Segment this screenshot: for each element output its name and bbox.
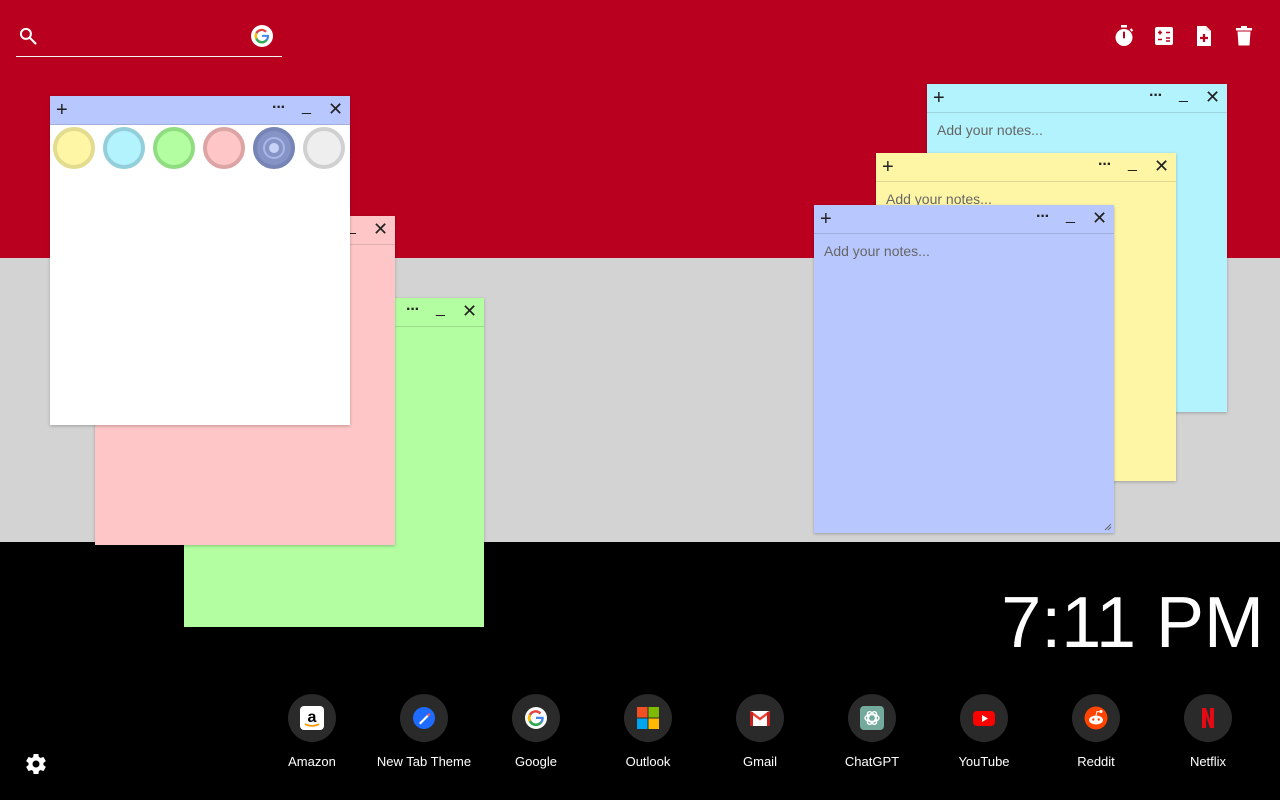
shortcut-outlook[interactable]: Outlook xyxy=(592,694,704,770)
more-options-icon[interactable]: ··· xyxy=(1036,205,1050,229)
close-icon[interactable]: ✕ xyxy=(1092,207,1107,229)
minimize-icon[interactable]: _ xyxy=(1179,84,1188,106)
note-title-bar[interactable]: + ··· _ ✕ xyxy=(876,153,1176,182)
color-swatch-grey[interactable] xyxy=(303,127,345,169)
google-icon[interactable] xyxy=(251,25,273,47)
color-swatch-yellow[interactable] xyxy=(53,127,95,169)
new-tab-theme-icon xyxy=(413,707,435,729)
shortcut-label: New Tab Theme xyxy=(376,754,472,769)
note-text-area[interactable]: Add your notes... xyxy=(937,122,1217,138)
outlook-icon xyxy=(637,707,659,729)
color-swatch-pink[interactable] xyxy=(203,127,245,169)
add-note-icon[interactable]: + xyxy=(56,98,68,122)
shortcut-netflix[interactable]: Netflix xyxy=(1152,694,1264,770)
shortcut-label: Google xyxy=(515,754,557,769)
netflix-icon xyxy=(1202,708,1214,728)
shortcut-google[interactable]: Google xyxy=(480,694,592,770)
shortcut-reddit[interactable]: Reddit xyxy=(1040,694,1152,770)
shortcut-label: Netflix xyxy=(1189,754,1227,769)
shortcut-amazon[interactable]: a Amazon xyxy=(256,694,368,770)
sticky-note-white[interactable]: + ··· _ ✕ xyxy=(50,96,350,425)
add-note-icon[interactable]: + xyxy=(933,86,945,110)
note-title-bar[interactable]: + ··· _ ✕ xyxy=(50,96,350,125)
shortcut-label: Amazon xyxy=(288,754,336,769)
resize-handle-icon[interactable] xyxy=(1104,523,1112,531)
close-icon[interactable]: ✕ xyxy=(1205,86,1220,108)
clock: 7:11 PM xyxy=(1001,583,1264,663)
new-note-icon[interactable] xyxy=(1192,24,1216,48)
shortcut-label: Outlook xyxy=(625,754,671,769)
youtube-icon xyxy=(973,711,995,726)
more-options-icon[interactable]: ··· xyxy=(272,96,286,120)
close-icon[interactable]: ✕ xyxy=(1154,155,1169,177)
shortcut-label: Gmail xyxy=(743,754,777,769)
search-bar xyxy=(16,20,282,57)
google-icon xyxy=(525,707,547,729)
color-swatch-green[interactable] xyxy=(153,127,195,169)
note-title-bar[interactable]: + ··· _ ✕ xyxy=(927,84,1227,113)
shortcut-chatgpt[interactable]: ChatGPT xyxy=(816,694,928,770)
shortcut-gmail[interactable]: Gmail xyxy=(704,694,816,770)
more-options-icon[interactable]: ··· xyxy=(1149,84,1163,108)
color-swatch-blue-selected[interactable] xyxy=(253,127,295,169)
minimize-icon[interactable]: _ xyxy=(302,96,311,118)
more-options-icon[interactable]: ··· xyxy=(406,298,420,322)
stopwatch-icon[interactable] xyxy=(1112,24,1136,48)
close-icon[interactable]: ✕ xyxy=(328,98,343,120)
chatgpt-icon xyxy=(860,706,884,730)
trash-icon[interactable] xyxy=(1232,24,1256,48)
shortcut-label: Reddit xyxy=(1077,754,1115,769)
shortcut-youtube[interactable]: YouTube xyxy=(928,694,1040,770)
shortcut-new-tab-theme[interactable]: New Tab Theme xyxy=(368,694,480,770)
minimize-icon[interactable]: _ xyxy=(436,298,445,320)
search-input[interactable] xyxy=(50,24,254,50)
add-note-icon[interactable]: + xyxy=(820,207,832,231)
search-icon[interactable] xyxy=(18,26,38,46)
more-options-icon[interactable]: ··· xyxy=(1098,153,1112,177)
shortcut-label: ChatGPT xyxy=(844,754,900,769)
sticky-note-blue[interactable]: + ··· _ ✕ Add your notes... xyxy=(814,205,1114,533)
close-icon[interactable]: ✕ xyxy=(462,300,477,322)
note-title-bar[interactable]: + ··· _ ✕ xyxy=(814,205,1114,234)
minimize-icon[interactable]: _ xyxy=(1128,153,1137,175)
calculator-icon[interactable] xyxy=(1152,24,1176,48)
color-palette xyxy=(50,124,350,176)
gmail-icon xyxy=(749,711,771,726)
add-note-icon[interactable]: + xyxy=(882,155,894,179)
gear-icon[interactable] xyxy=(24,752,48,776)
minimize-icon[interactable]: _ xyxy=(1066,205,1075,227)
svg-text:a: a xyxy=(308,709,317,726)
note-text-area[interactable]: Add your notes... xyxy=(824,243,1104,259)
color-swatch-cyan[interactable] xyxy=(103,127,145,169)
amazon-icon: a xyxy=(300,706,324,730)
shortcut-label: YouTube xyxy=(958,754,1010,769)
reddit-icon xyxy=(1084,706,1108,730)
close-icon[interactable]: ✕ xyxy=(373,218,388,240)
